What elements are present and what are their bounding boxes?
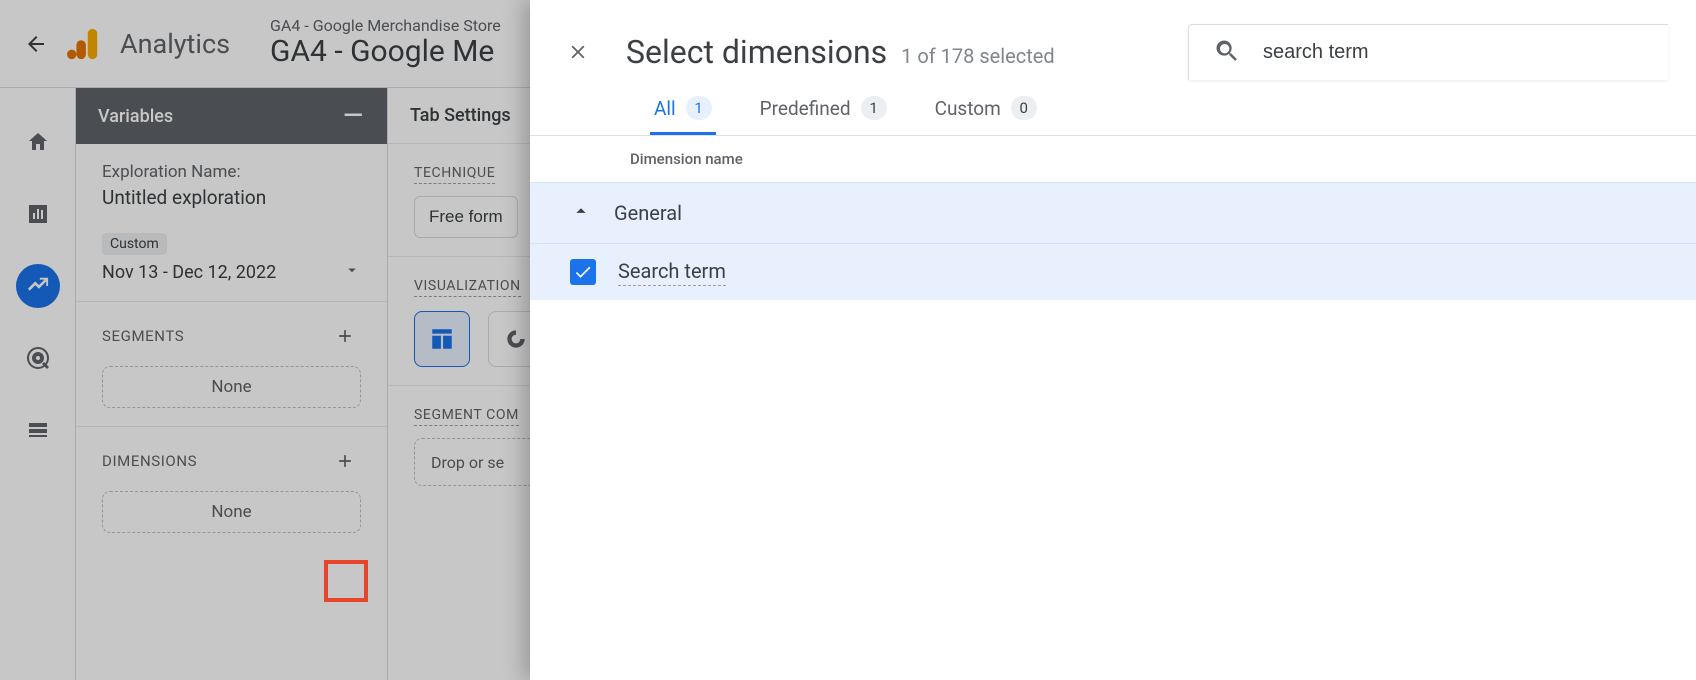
viz-table-icon[interactable] bbox=[414, 311, 470, 367]
segment-comparison-label: SEGMENT COM bbox=[414, 407, 519, 426]
variables-header: Variables — bbox=[76, 88, 387, 144]
nav-reports-icon[interactable] bbox=[16, 192, 60, 236]
date-range-value: Nov 13 - Dec 12, 2022 bbox=[102, 262, 276, 283]
nav-home-icon[interactable] bbox=[16, 120, 60, 164]
variables-panel: Variables — Exploration Name: Untitled e… bbox=[76, 88, 388, 680]
add-dimension-button[interactable] bbox=[329, 445, 361, 477]
breadcrumb-title: GA4 - Google Me bbox=[270, 35, 501, 70]
dimension-column-header: Dimension name bbox=[530, 136, 1696, 182]
technique-label: TECHNIQUE bbox=[414, 165, 495, 184]
tab-predefined-label: Predefined bbox=[760, 97, 851, 120]
breadcrumb-property: GA4 - Google Merchandise Store bbox=[270, 17, 501, 35]
tab-predefined[interactable]: Predefined 1 bbox=[756, 96, 891, 135]
dialog-title: Select dimensions bbox=[626, 33, 887, 71]
date-custom-chip: Custom bbox=[102, 233, 167, 255]
caret-down-icon bbox=[343, 261, 361, 283]
search-icon bbox=[1213, 37, 1241, 69]
tab-custom-count: 0 bbox=[1011, 96, 1037, 120]
nav-explore-icon[interactable] bbox=[16, 264, 60, 308]
analytics-logo-icon bbox=[66, 27, 102, 61]
add-segment-button[interactable] bbox=[329, 320, 361, 352]
left-nav bbox=[0, 88, 76, 680]
dialog-tabs: All 1 Predefined 1 Custom 0 bbox=[530, 80, 1696, 136]
dimensions-none-chip[interactable]: None bbox=[102, 491, 361, 533]
exploration-name-label: Exploration Name: bbox=[102, 162, 361, 182]
tab-predefined-count: 1 bbox=[861, 96, 887, 120]
dimension-item-search-term[interactable]: Search term bbox=[530, 244, 1696, 300]
exploration-name-value[interactable]: Untitled exploration bbox=[102, 186, 361, 209]
date-range-picker[interactable]: Nov 13 - Dec 12, 2022 bbox=[102, 261, 361, 283]
nav-advertising-icon[interactable] bbox=[16, 336, 60, 380]
dimension-search[interactable] bbox=[1188, 24, 1668, 80]
segments-none-chip[interactable]: None bbox=[102, 366, 361, 408]
dimension-group-general[interactable]: General bbox=[530, 182, 1696, 244]
collapse-icon[interactable]: — bbox=[341, 104, 365, 128]
chevron-up-icon bbox=[570, 200, 592, 226]
search-input[interactable] bbox=[1261, 40, 1644, 65]
tab-custom-label: Custom bbox=[935, 97, 1001, 120]
back-button[interactable] bbox=[12, 20, 60, 68]
tab-custom[interactable]: Custom 0 bbox=[931, 96, 1041, 135]
technique-value: Free form bbox=[429, 207, 503, 227]
visualization-label: VISUALIZATION bbox=[414, 278, 521, 297]
group-name: General bbox=[614, 201, 682, 225]
technique-select[interactable]: Free form bbox=[414, 196, 518, 238]
tab-all-label: All bbox=[654, 97, 676, 120]
tab-settings-title: Tab Settings bbox=[410, 105, 511, 126]
close-dialog-button[interactable] bbox=[558, 32, 598, 72]
select-dimensions-dialog: Select dimensions 1 of 178 selected All … bbox=[530, 0, 1696, 680]
dimension-item-label: Search term bbox=[618, 259, 726, 286]
dimensions-title: DIMENSIONS bbox=[102, 452, 197, 470]
tab-all-count: 1 bbox=[686, 96, 712, 120]
segments-title: SEGMENTS bbox=[102, 327, 184, 345]
app-name: Analytics bbox=[120, 28, 230, 60]
variables-title: Variables bbox=[98, 106, 173, 127]
nav-configure-icon[interactable] bbox=[16, 408, 60, 452]
tab-all[interactable]: All 1 bbox=[650, 96, 716, 135]
dialog-subtitle: 1 of 178 selected bbox=[901, 44, 1055, 68]
breadcrumb[interactable]: GA4 - Google Merchandise Store GA4 - Goo… bbox=[270, 17, 501, 70]
checkbox-checked-icon[interactable] bbox=[570, 259, 596, 285]
drop-zone-text: Drop or se bbox=[431, 453, 504, 472]
